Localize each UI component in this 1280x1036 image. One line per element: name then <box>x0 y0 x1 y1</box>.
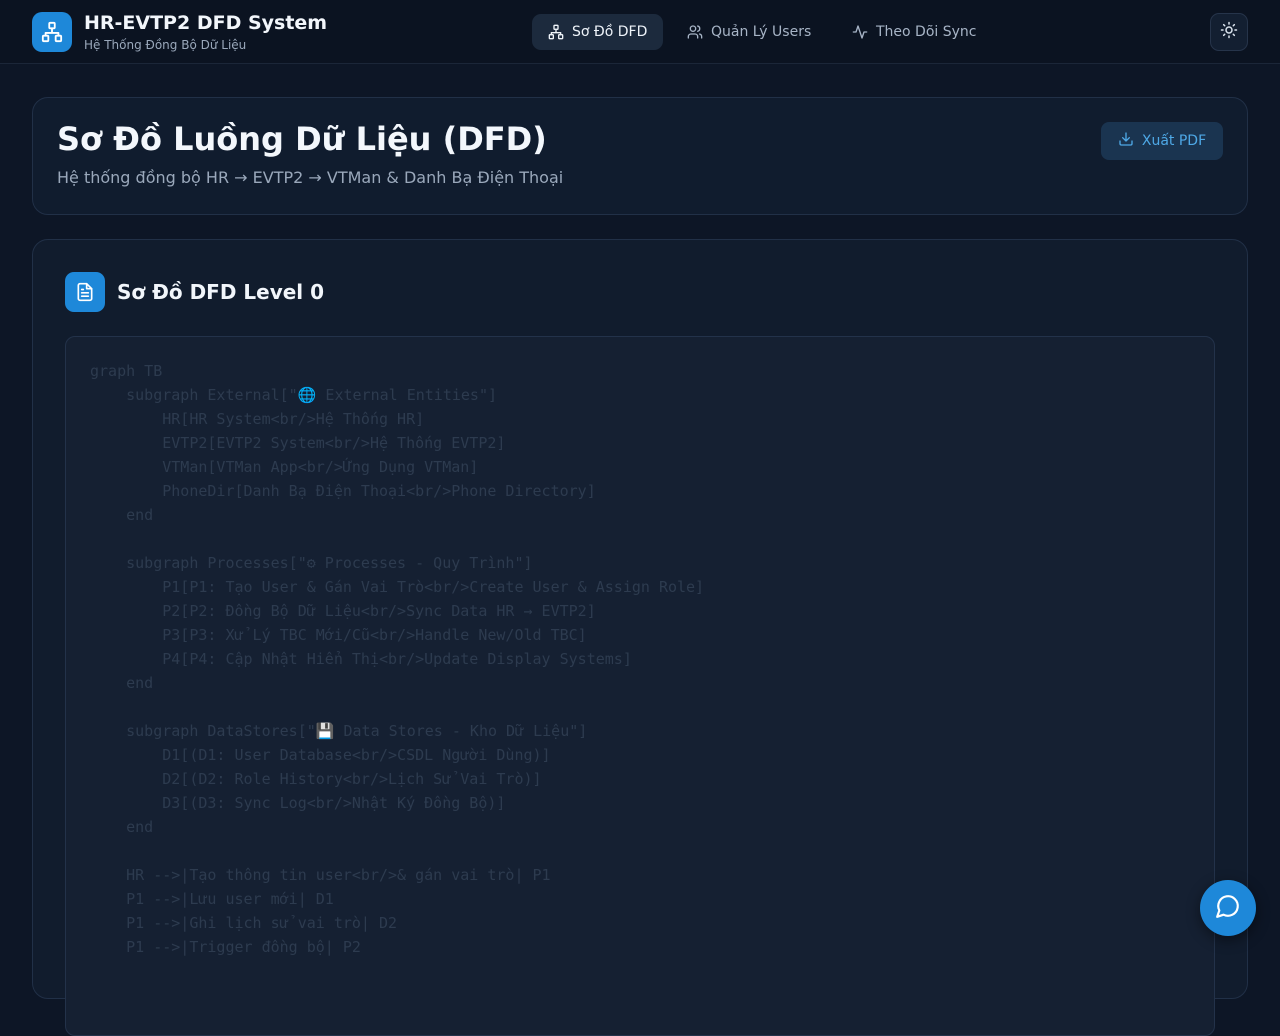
code-line: D3[(D3: Sync Log<br/>Nhật Ký Đồng Bộ)] <box>90 794 506 812</box>
code-line: D2[(D2: Role History<br/>Lịch Sử Vai Trò… <box>90 770 542 788</box>
download-icon <box>1118 131 1134 151</box>
chat-button[interactable] <box>1200 880 1256 936</box>
code-line: P4[P4: Cập Nhật Hiển Thị<br/>Update Disp… <box>90 650 632 668</box>
activity-icon <box>852 24 868 40</box>
nav-label: Theo Dõi Sync <box>876 24 977 40</box>
nav-user-management[interactable]: Quản Lý Users <box>671 14 827 50</box>
code-line: EVTP2[EVTP2 System<br/>Hệ Thống EVTP2] <box>90 434 506 452</box>
code-line: HR -->|Tạo thông tin user<br/>& gán vai … <box>90 866 551 884</box>
app-subtitle: Hệ Thống Đồng Bộ Dữ Liệu <box>84 38 247 52</box>
theme-toggle-button[interactable] <box>1210 13 1248 51</box>
code-line: end <box>90 674 154 692</box>
code-line: end <box>90 818 154 836</box>
page-subtitle: Hệ thống đồng bộ HR → EVTP2 → VTMan & Da… <box>57 168 564 187</box>
top-navbar: HR-EVTP2 DFD System Hệ Thống Đồng Bộ Dữ … <box>0 0 1280 64</box>
export-pdf-label: Xuất PDF <box>1141 133 1207 149</box>
code-line: D1[(D1: User Database<br/>CSDL Người Dùn… <box>90 746 551 764</box>
app-title: HR-EVTP2 DFD System <box>84 12 328 34</box>
network-icon <box>548 24 564 40</box>
code-line: P1 -->|Ghi lịch sử vai trò| D2 <box>90 914 398 932</box>
dfd-diagram-card: Sơ Đồ DFD Level 0 graph TB subgraph Exte… <box>32 239 1248 1036</box>
page-title: Sơ Đồ Luồng Dữ Liệu (DFD) <box>57 120 547 158</box>
document-icon <box>65 272 105 312</box>
export-pdf-button[interactable]: Xuất PDF <box>1101 122 1223 160</box>
code-line: P1 -->|Lưu user mới| D1 <box>90 890 334 908</box>
network-logo-icon[interactable] <box>32 12 72 52</box>
chat-bubble-icon <box>1215 893 1241 923</box>
mermaid-code-block: graph TB subgraph External["🌐 External E… <box>65 336 1215 1036</box>
code-line: HR[HR System<br/>Hệ Thống HR] <box>90 410 425 428</box>
code-line: P1 -->|Trigger đồng bộ| P2 <box>90 938 361 956</box>
nav-dfd-diagram[interactable]: Sơ Đồ DFD <box>532 14 664 50</box>
code-line: subgraph External["🌐 External Entities"] <box>90 386 497 404</box>
diagram-section-title: Sơ Đồ DFD Level 0 <box>117 280 325 304</box>
code-line: graph TB <box>90 362 163 380</box>
code-line: end <box>90 506 154 524</box>
code-line: subgraph Processes["⚙ Processes - Quy Tr… <box>90 554 533 572</box>
code-line: P2[P2: Đồng Bộ Dữ Liệu<br/>Sync Data HR … <box>90 602 596 620</box>
page-header-card: Sơ Đồ Luồng Dữ Liệu (DFD) Hệ thống đồng … <box>32 97 1248 215</box>
users-icon <box>687 24 703 40</box>
nav-label: Sơ Đồ DFD <box>572 24 648 40</box>
code-line: P1[P1: Tạo User & Gán Vai Trò<br/>Create… <box>90 578 705 596</box>
code-line: VTMan[VTMan App<br/>Ứng Dụng VTMan] <box>90 458 479 476</box>
sun-icon <box>1220 21 1238 43</box>
code-line: PhoneDir[Danh Bạ Điện Thoại<br/>Phone Di… <box>90 482 596 500</box>
nav-label: Quản Lý Users <box>711 24 812 40</box>
code-line: subgraph DataStores["💾 Data Stores - Kho… <box>90 722 588 740</box>
code-line: P3[P3: Xử Lý TBC Mới/Cũ<br/>Handle New/O… <box>90 626 587 644</box>
nav-sync-monitor[interactable]: Theo Dõi Sync <box>836 14 992 50</box>
